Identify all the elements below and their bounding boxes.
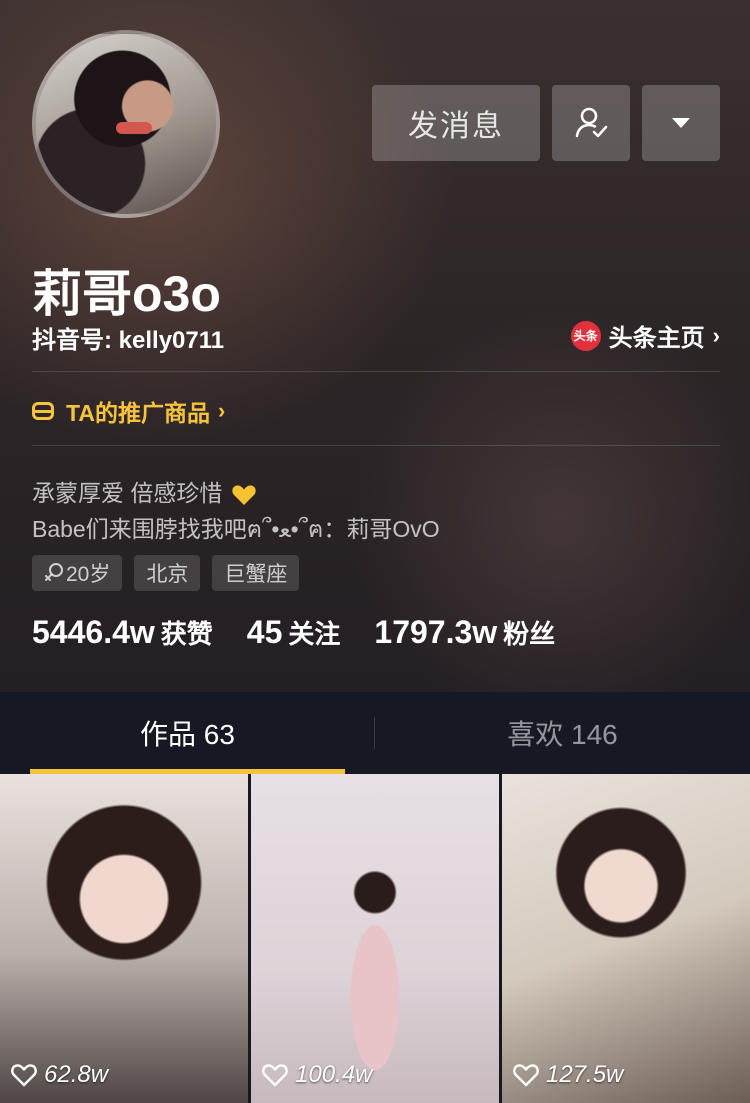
- toutiao-link-label: 头条主页: [608, 325, 705, 352]
- profile-stats: 5446.4w 获赞 45 关注 1797.3w 粉丝: [32, 614, 589, 651]
- following-stat[interactable]: 45 关注: [247, 614, 341, 651]
- age-tag: 20岁: [32, 555, 123, 591]
- likes-count: 62.8w: [44, 1061, 109, 1088]
- divider: [32, 371, 720, 372]
- promoted-products-link[interactable]: TA的推广商品 ›: [32, 394, 225, 428]
- promo-label: TA的推广商品: [66, 400, 210, 426]
- stat-value: 45: [246, 614, 283, 650]
- profile-tags: 20岁 北京 巨蟹座: [32, 555, 300, 591]
- chevron-right-icon: ›: [217, 398, 226, 423]
- divider: [32, 445, 720, 446]
- toutiao-logo-icon: 头条: [570, 320, 601, 351]
- bio-line-1: 承蒙厚爱 倍感珍惜: [32, 474, 257, 508]
- heart-icon: [513, 1064, 539, 1087]
- heart-icon: [262, 1064, 288, 1087]
- douyin-id: 抖音号: kelly0711: [32, 327, 225, 354]
- video-thumbnail[interactable]: 62.8w: [0, 774, 248, 1103]
- stat-label: 粉丝: [503, 619, 556, 649]
- bio-text: 承蒙厚爱 倍感珍惜: [32, 480, 223, 506]
- shopping-bag-icon: [32, 402, 54, 420]
- likes-count: 100.4w: [295, 1061, 373, 1088]
- video-thumbnail[interactable]: 127.5w: [502, 774, 750, 1103]
- chevron-right-icon: ›: [712, 322, 720, 348]
- age-label: 20岁: [66, 563, 111, 586]
- more-options-button[interactable]: [642, 85, 720, 161]
- stat-value: 1797.3w: [374, 614, 498, 650]
- heart-icon: [11, 1064, 37, 1087]
- video-grid: 62.8w 100.4w 127.5w: [0, 774, 750, 1103]
- video-likes: 62.8w: [10, 1061, 108, 1089]
- followers-stat[interactable]: 1797.3w 粉丝: [374, 614, 555, 651]
- stat-label: 获赞: [160, 619, 213, 649]
- bio-line-2: Babe们来围脖找我吧ฅ՞•ﻌ•՞ฅ：莉哥OvO: [32, 516, 440, 542]
- tab-works[interactable]: 作品 63: [0, 692, 375, 774]
- stat-label: 关注: [288, 619, 341, 649]
- profile-name: 莉哥o3o: [32, 266, 221, 322]
- video-likes: 127.5w: [512, 1061, 623, 1089]
- follow-status-button[interactable]: [552, 85, 630, 161]
- avatar[interactable]: [32, 30, 220, 218]
- likes-received-stat[interactable]: 5446.4w 获赞: [32, 614, 213, 651]
- yellow-heart-icon: [232, 485, 256, 505]
- content-tabs: 作品 63 喜欢 146: [0, 692, 750, 774]
- zodiac-tag: 巨蟹座: [212, 555, 300, 591]
- send-message-button[interactable]: 发消息: [372, 85, 540, 161]
- video-likes: 100.4w: [261, 1061, 372, 1089]
- video-thumbnail[interactable]: 100.4w: [251, 774, 499, 1103]
- stat-value: 5446.4w: [32, 614, 155, 650]
- profile-header: 发消息 莉哥o3o 抖音号: kelly0711 头条 头条主页 › TA的推广…: [0, 0, 750, 692]
- toutiao-homepage-link[interactable]: 头条 头条主页 ›: [570, 318, 720, 353]
- likes-count: 127.5w: [546, 1061, 624, 1088]
- user-check-icon: [575, 107, 608, 138]
- female-icon: [45, 563, 63, 581]
- tab-likes[interactable]: 喜欢 146: [375, 692, 750, 774]
- location-tag: 北京: [134, 555, 201, 591]
- caret-down-icon: [672, 118, 690, 128]
- avatar-glasses: [116, 122, 152, 134]
